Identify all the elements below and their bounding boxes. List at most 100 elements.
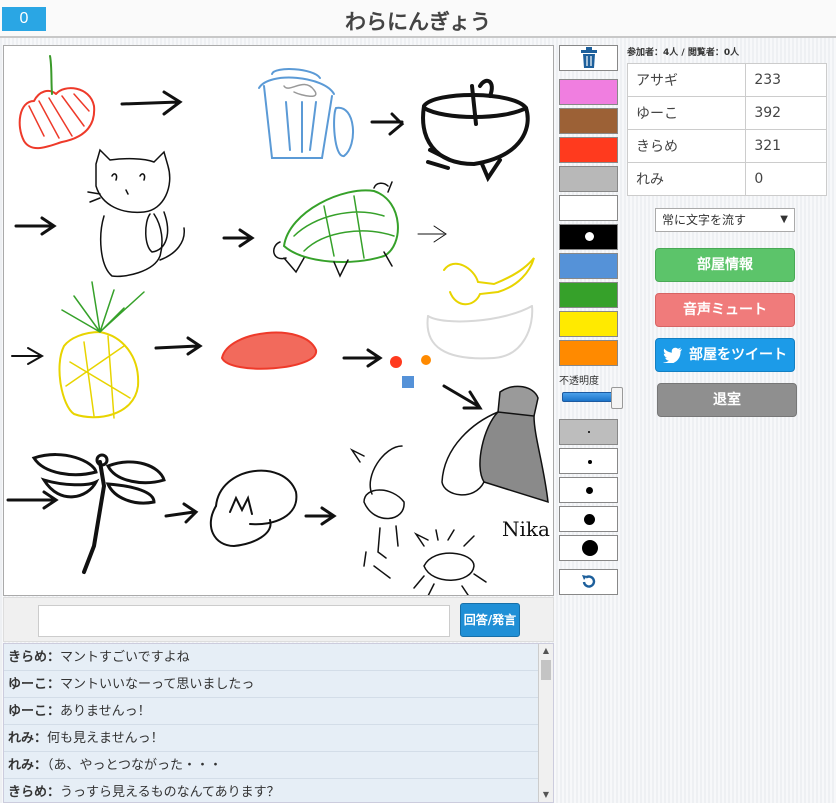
brush-size-dot-icon [582, 540, 598, 556]
chat-message: きらめ：うっすら見えるものなんてあります？ [4, 779, 539, 802]
player-row: ゆーこ 392 [626, 96, 827, 130]
color-swatch-blue[interactable] [559, 253, 618, 279]
chat-separator: ： [34, 731, 48, 746]
drawing-arrow [370, 112, 405, 136]
scroll-down-icon[interactable]: ▼ [539, 788, 553, 802]
chat-text: マントすごいですよね [60, 650, 190, 665]
brush-size-dot-icon [588, 460, 592, 464]
player-count: 参加者：4人 / 閲覧者：0人 [627, 48, 740, 58]
room-info-button[interactable]: 部屋情報 [655, 248, 795, 282]
header-bar: 0 わらにんぎょう [0, 0, 836, 38]
clear-canvas-button[interactable] [559, 45, 618, 71]
drawing-arrow [304, 506, 337, 526]
drawing-trash-can [258, 68, 355, 159]
answer-input[interactable] [38, 605, 450, 637]
drawing-pot [421, 78, 530, 183]
drawing-arrow [222, 228, 255, 248]
drawing-arrow [417, 225, 447, 243]
leave-room-button[interactable]: 退室 [657, 383, 797, 417]
brush-size-2[interactable] [559, 448, 618, 474]
selected-indicator-icon [585, 232, 594, 241]
drawing-arrow [442, 384, 483, 410]
player-score: 0 [745, 162, 827, 196]
chat-message: れみ：何も見えませんっ！ [4, 725, 539, 752]
opacity-slider[interactable] [562, 387, 623, 409]
drawing-signature: Nika [502, 517, 550, 541]
chat-text: うっすら見えるものなんてあります？ [60, 785, 280, 800]
drawing-hat [209, 469, 298, 548]
chat-sender: きらめ [8, 785, 48, 800]
drawing-apple [18, 55, 96, 150]
chat-text: マントいいなーって思いましたっ [60, 677, 255, 692]
chat-text: ありませんっ！ [60, 704, 151, 719]
room-title: わらにんぎょう [345, 10, 491, 34]
player-name: きらめ [626, 129, 747, 163]
drawing-rabbit [349, 445, 405, 579]
twitter-bird-icon [663, 347, 682, 363]
chat-separator: ： [47, 677, 61, 692]
tweet-button-label: 部屋をツイート [689, 347, 787, 363]
chat-separator: ： [47, 704, 61, 719]
color-swatch-pink[interactable] [559, 79, 618, 105]
player-score: 321 [745, 129, 827, 163]
drawing-arrow [14, 216, 57, 236]
brush-size-1[interactable] [559, 419, 618, 445]
brush-size-dot-icon [588, 431, 590, 433]
scroll-up-icon[interactable]: ▲ [539, 644, 553, 658]
drawing-pineapple [58, 281, 145, 419]
drawing-crab [413, 529, 487, 595]
undo-button[interactable] [559, 569, 618, 595]
opacity-track[interactable] [562, 392, 614, 402]
answer-bar: 回答/発言 [3, 597, 554, 642]
player-row: れみ 0 [626, 162, 827, 196]
drawing-cat [87, 148, 185, 278]
player-name: れみ [626, 162, 747, 196]
color-swatch-yellow[interactable] [559, 311, 618, 337]
color-swatch-white[interactable] [559, 195, 618, 221]
drawing-arrow [11, 347, 45, 365]
chat-message: ゆーこ：ありませんっ！ [4, 698, 539, 725]
opacity-thumb[interactable] [611, 387, 623, 409]
opacity-label: 不透明度 [559, 376, 599, 387]
drawing-horn [426, 257, 535, 360]
brush-size-5[interactable] [559, 535, 618, 561]
player-row: アサギ 233 [626, 63, 827, 97]
chat-sender: れみ [8, 758, 35, 773]
tweet-button[interactable]: 部屋をツイート [655, 338, 795, 372]
chat-separator: ： [47, 785, 61, 800]
brush-size-4[interactable] [559, 506, 618, 532]
drawing-dots [390, 355, 431, 388]
drawing-red-cap [220, 331, 317, 370]
text-flow-select[interactable]: 常に文字を流す ▼ [655, 208, 795, 232]
color-swatch-black[interactable] [559, 224, 618, 250]
player-row: きらめ 321 [626, 129, 827, 163]
color-swatch-orange[interactable] [559, 340, 618, 366]
undo-icon [581, 575, 595, 588]
player-name: アサギ [626, 63, 747, 97]
color-swatch-green[interactable] [559, 282, 618, 308]
drawing-cloak [441, 385, 549, 504]
drawing-arrow [342, 348, 383, 368]
color-swatch-red[interactable] [559, 137, 618, 163]
color-swatch-brown[interactable] [559, 108, 618, 134]
mute-button[interactable]: 音声ミュート [655, 293, 795, 327]
text-flow-selected: 常に文字を流す [662, 213, 747, 227]
drawing-strokes: Nika [6, 55, 550, 595]
chat-message: れみ：（あ、やっとつながった・・・ [4, 752, 539, 779]
drawing-canvas[interactable]: Nika [3, 45, 554, 596]
chat-sender: ゆーこ [8, 677, 48, 692]
scroll-thumb[interactable] [541, 660, 551, 680]
chat-sender: れみ [8, 731, 35, 746]
chat-sender: ゆーこ [8, 704, 48, 719]
chevron-down-icon: ▼ [780, 214, 788, 225]
brush-size-3[interactable] [559, 477, 618, 503]
trash-icon [580, 47, 597, 68]
chat-text: （あ、やっとつながった・・・ [47, 758, 223, 773]
color-swatch-gray[interactable] [559, 166, 618, 192]
chat-scrollbar[interactable]: ▲ ▼ [538, 644, 553, 802]
player-score: 233 [745, 63, 827, 97]
answer-submit-button[interactable]: 回答/発言 [460, 603, 520, 637]
drawing-turtle [273, 181, 399, 278]
chat-text: 何も見えませんっ！ [47, 731, 164, 746]
chat-sender: きらめ [8, 650, 48, 665]
